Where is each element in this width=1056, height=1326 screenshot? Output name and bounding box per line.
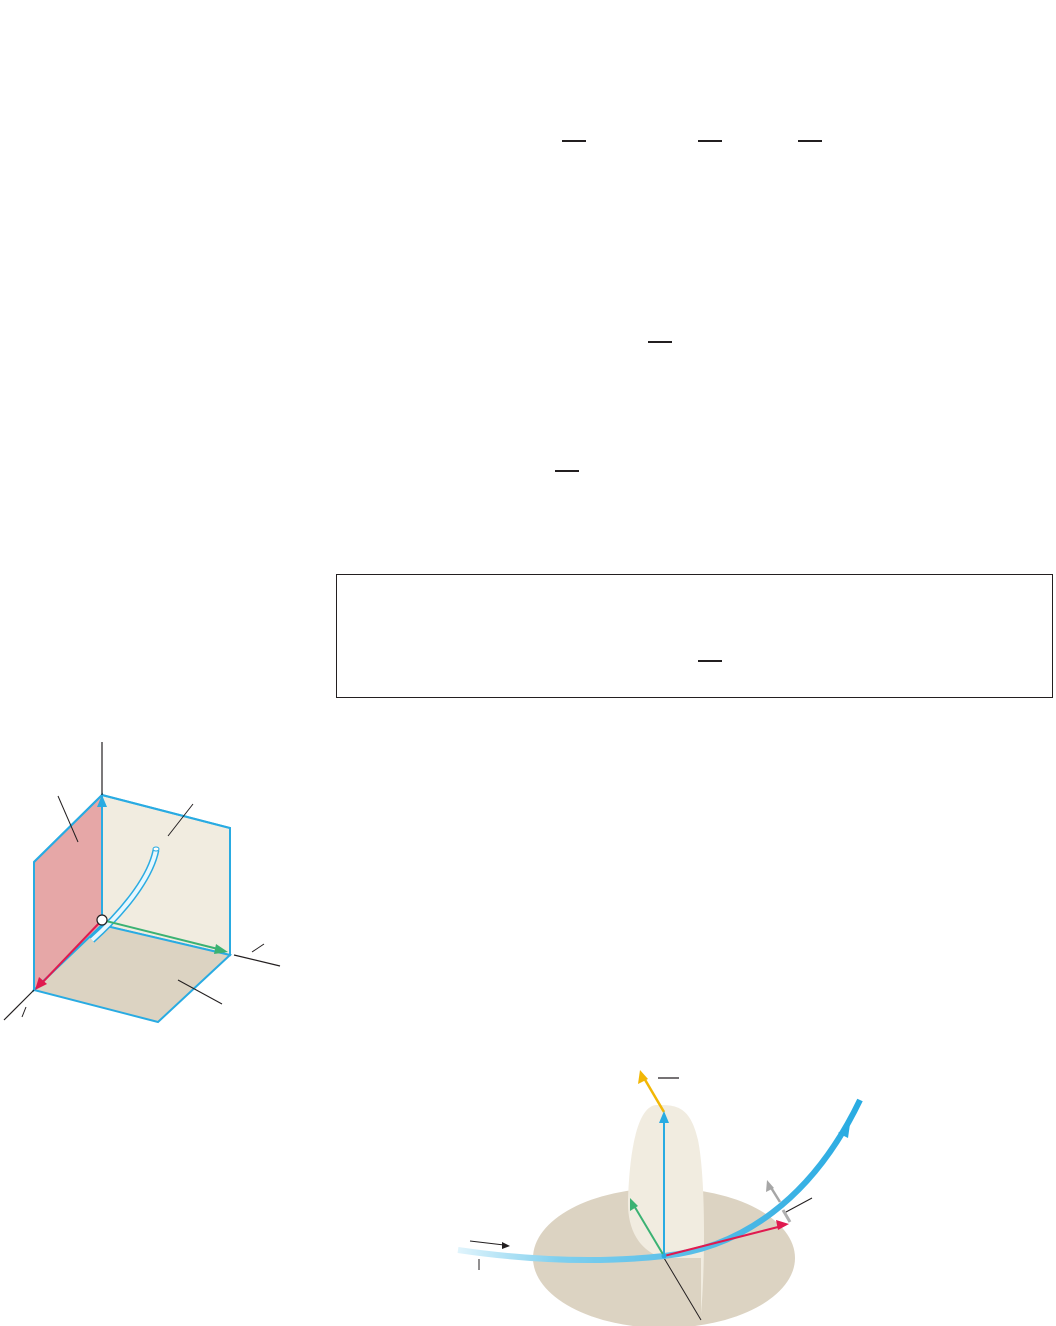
- moving-frame-figure: [457, 1070, 863, 1326]
- direction-arrowhead: [502, 1242, 510, 1249]
- direction-arrow: [469, 1240, 505, 1246]
- curve-point: [661, 1253, 667, 1259]
